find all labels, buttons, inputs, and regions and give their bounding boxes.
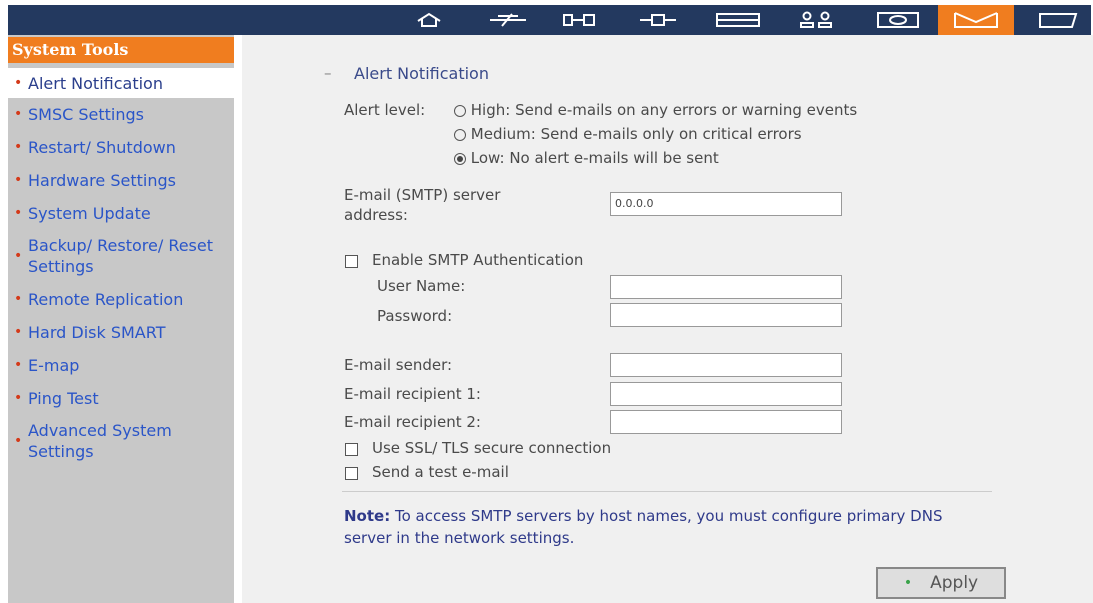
sidebar-item-ping-test[interactable]: • Ping Test	[8, 388, 234, 409]
smtp-server-label: E-mail (SMTP) server address:	[344, 185, 500, 225]
bullet-icon: •	[14, 291, 23, 307]
sidebar-item-advanced-system-settings[interactable]: • Advanced System Settings	[8, 420, 234, 462]
main-panel: – Alert Notification Alert level: High: …	[242, 35, 1093, 603]
sidebar-item-label: Alert Notification	[28, 74, 163, 93]
monitor-icon[interactable]	[868, 5, 928, 35]
password-input[interactable]	[610, 303, 842, 327]
disk-icon[interactable]	[710, 5, 766, 35]
sidebar-item-restart-shutdown[interactable]: • Restart/ Shutdown	[8, 137, 234, 158]
bullet-icon: •	[14, 357, 23, 373]
sidebar-item-remote-replication[interactable]: • Remote Replication	[8, 289, 234, 310]
sidebar-item-hardware-settings[interactable]: • Hardware Settings	[8, 170, 234, 191]
sender-input[interactable]	[610, 353, 842, 377]
ssl-label: Use SSL/ TLS secure connection	[372, 439, 612, 457]
sidebar-item-label: Hard Disk SMART	[28, 323, 166, 342]
smtp-server-label-line: E-mail (SMTP) server	[344, 186, 501, 204]
alert-level-label: Alert level:	[344, 101, 426, 119]
device-icon[interactable]	[556, 5, 604, 35]
note-line: server in the network settings.	[344, 529, 575, 547]
bullet-icon: •	[14, 75, 23, 91]
collapse-icon[interactable]: –	[324, 64, 332, 82]
bullet-icon: •	[14, 390, 23, 406]
alert-option-label: High: Send e-mails on any errors or warn…	[470, 101, 858, 119]
sidebar-item-label: Ping Test	[28, 389, 99, 408]
bullet-icon: •	[14, 205, 23, 221]
sidebar-item-label: Remote Replication	[28, 290, 184, 309]
sidebar-item-label: SMSC Settings	[28, 105, 144, 124]
alert-option-high[interactable]: High: Send e-mails on any errors or warn…	[454, 101, 857, 119]
sidebar-item-label: Backup/ Restore/ Reset	[28, 236, 214, 255]
section-title: Alert Notification	[354, 64, 489, 83]
recipient2-input[interactable]	[610, 410, 842, 434]
bullet-icon: •	[14, 139, 23, 155]
sidebar-item-e-map[interactable]: • E-map	[8, 355, 234, 376]
sidebar-item-label: Hardware Settings	[28, 171, 176, 190]
test-email-checkbox[interactable]	[345, 467, 358, 480]
top-toolbar	[8, 5, 1091, 35]
sidebar-item-label: E-map	[28, 356, 80, 375]
smtp-server-input[interactable]: 0.0.0.0	[610, 192, 842, 216]
link-icon[interactable]	[630, 5, 686, 35]
sidebar-item-backup-restore-reset[interactable]: • Backup/ Restore/ Reset Settings	[8, 235, 234, 277]
note-bold: Note:	[344, 507, 391, 525]
enable-auth-checkbox[interactable]	[345, 255, 358, 268]
sidebar-item-smsc-settings[interactable]: • SMSC Settings	[8, 104, 234, 125]
test-email-label: Send a test e-mail	[372, 463, 509, 481]
enable-auth-label: Enable SMTP Authentication	[372, 251, 584, 269]
bullet-icon: •	[903, 575, 913, 591]
apply-button[interactable]: • Apply	[876, 567, 1006, 599]
sender-label: E-mail sender:	[344, 356, 453, 374]
ssl-checkbox[interactable]	[345, 443, 358, 456]
home-icon[interactable]	[408, 5, 450, 35]
network-icon[interactable]	[478, 5, 538, 35]
alert-option-label: Low: No alert e-mails will be sent	[470, 149, 719, 167]
bullet-icon: •	[14, 248, 23, 264]
radio-button[interactable]	[454, 152, 466, 165]
bullet-icon: •	[14, 172, 23, 188]
password-label: Password:	[377, 307, 453, 325]
sidebar-item-label: Settings	[28, 257, 94, 276]
sidebar-item-label: Restart/ Shutdown	[28, 138, 176, 157]
bullet-icon: •	[14, 106, 23, 122]
sidebar-item-system-update[interactable]: • System Update	[8, 203, 234, 224]
sidebar-item-label: System Update	[28, 204, 151, 223]
sidebar-item-alert-notification[interactable]: • Alert Notification	[8, 68, 234, 98]
apply-label: Apply	[930, 573, 979, 593]
sidebar-item-label: Settings	[28, 442, 94, 461]
radio-button[interactable]	[454, 128, 466, 141]
recipient1-input[interactable]	[610, 382, 842, 406]
logout-icon[interactable]	[1030, 5, 1086, 35]
username-label: User Name:	[377, 277, 466, 295]
tools-icon[interactable]	[938, 5, 1014, 35]
alert-option-low[interactable]: Low: No alert e-mails will be sent	[454, 149, 719, 167]
divider	[342, 491, 992, 492]
bullet-icon: •	[14, 324, 23, 340]
recipient2-label: E-mail recipient 2:	[344, 413, 481, 431]
alert-option-label: Medium: Send e-mails only on critical er…	[470, 125, 802, 143]
users-icon[interactable]	[792, 5, 840, 35]
bullet-icon: •	[14, 433, 23, 449]
note-line: To access SMTP servers by host names, yo…	[390, 507, 943, 525]
sidebar-item-hard-disk-smart[interactable]: • Hard Disk SMART	[8, 322, 234, 343]
note-text: Note: To access SMTP servers by host nam…	[344, 505, 1004, 549]
sidebar: System Tools • Alert Notification • SMSC…	[8, 35, 234, 603]
username-input[interactable]	[610, 275, 842, 299]
recipient1-label: E-mail recipient 1:	[344, 385, 481, 403]
smtp-server-label-line: address:	[344, 206, 408, 224]
sidebar-item-label: Advanced System	[28, 421, 172, 440]
alert-option-medium[interactable]: Medium: Send e-mails only on critical er…	[454, 125, 802, 143]
radio-button[interactable]	[454, 104, 466, 117]
sidebar-title: System Tools	[8, 37, 234, 63]
